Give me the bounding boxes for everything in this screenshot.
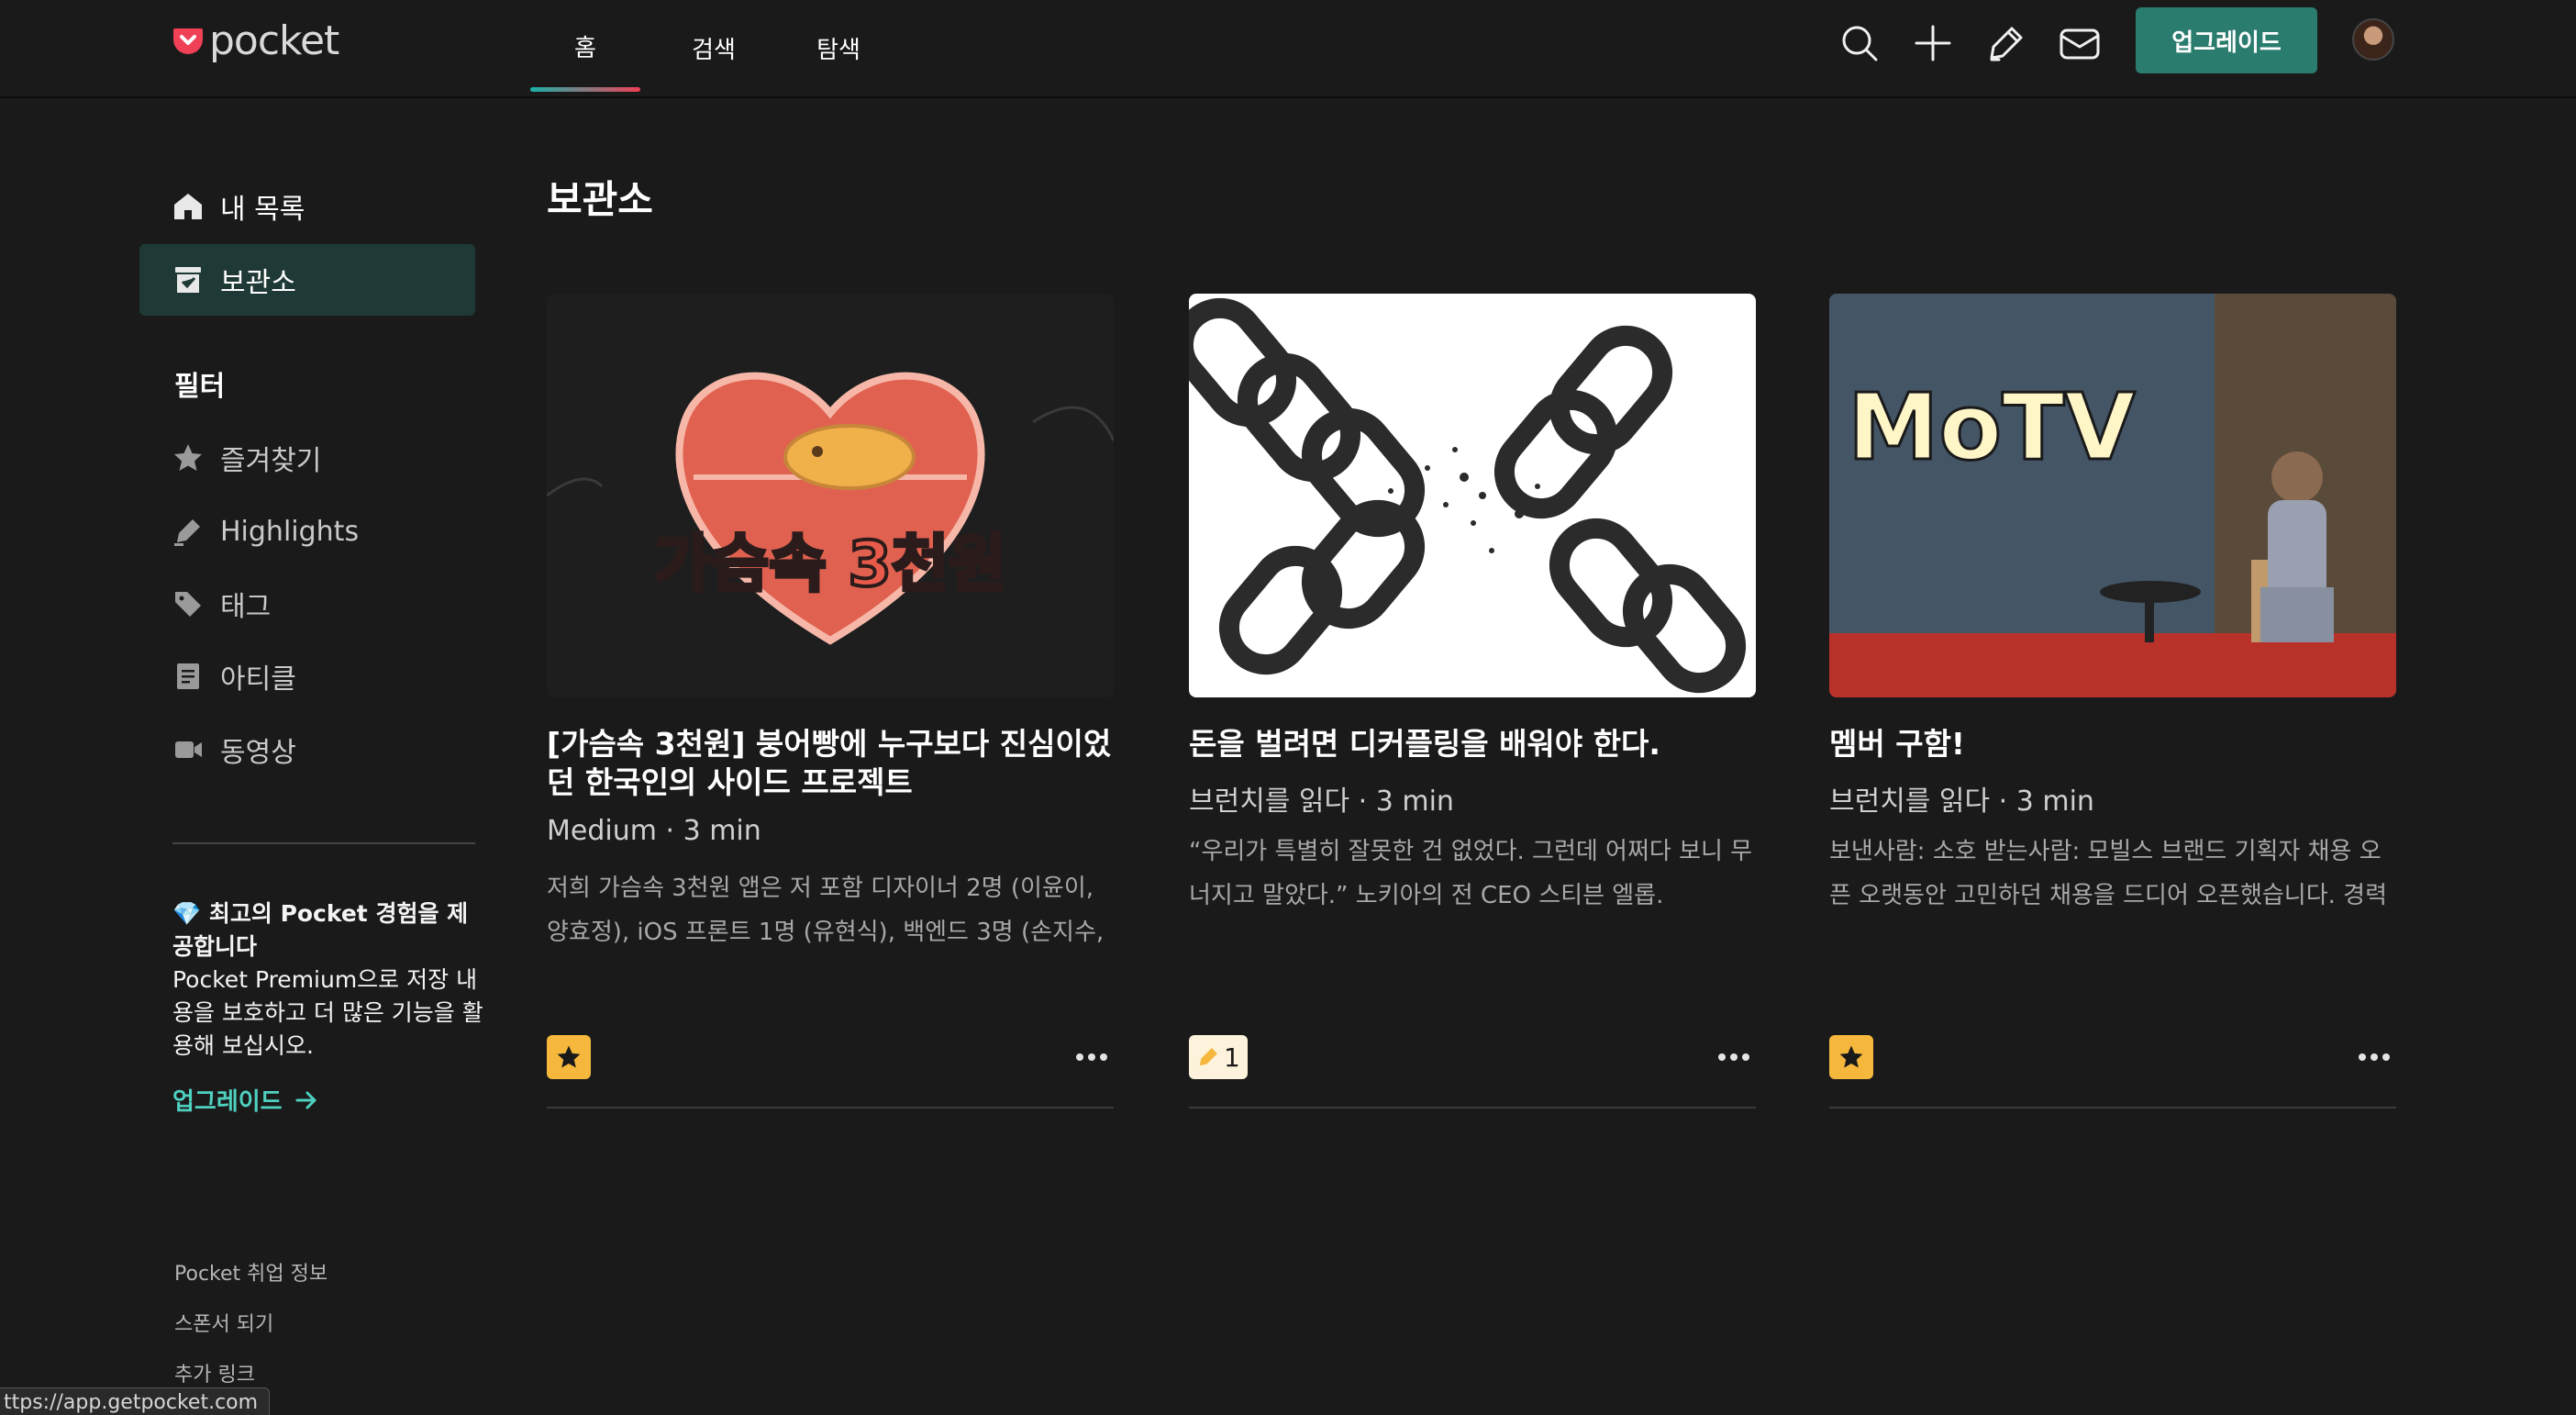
tag-icon bbox=[175, 592, 201, 617]
page-title: 보관소 bbox=[547, 177, 653, 222]
sidebar-item-label: Highlights bbox=[220, 515, 360, 548]
footer-link-careers[interactable]: Pocket 취업 정보 bbox=[174, 1257, 328, 1287]
gem-icon: 💎 bbox=[172, 900, 202, 927]
top-navigation-bar: pocket 홈 검색 탐색 업그레이드 bbox=[0, 0, 2576, 98]
article-title[interactable]: 멤버 구함! bbox=[1829, 725, 2396, 763]
tab-home[interactable]: 홈 bbox=[530, 0, 640, 96]
active-tab-indicator bbox=[530, 87, 640, 92]
tab-search-label: 검색 bbox=[692, 37, 736, 64]
inbox-icon bbox=[2060, 28, 2100, 60]
arrow-right-icon bbox=[295, 1091, 316, 1109]
sidebar-item-favorites[interactable]: 즐겨찾기 bbox=[139, 422, 475, 494]
broken-chain-illustration bbox=[1189, 294, 1756, 697]
highlights-badge[interactable]: 1 bbox=[1189, 1035, 1248, 1079]
star-icon bbox=[1839, 1045, 1863, 1068]
add-icon bbox=[1915, 25, 1951, 61]
sidebar-item-highlights[interactable]: Highlights bbox=[139, 496, 475, 567]
sidebar-item-tags[interactable]: 태그 bbox=[139, 568, 475, 640]
sidebar-item-my-list[interactable]: 내 목록 bbox=[139, 171, 475, 242]
star-icon bbox=[557, 1045, 581, 1068]
search-icon bbox=[1842, 26, 1878, 61]
highlighter-icon bbox=[1199, 1048, 1217, 1066]
article-card: MoTV 멤버 구함! 브런치를 읽다 · 3 min 보낸사람: 소호 받는사… bbox=[1829, 294, 2396, 1109]
thumbnail-caption: MoTV bbox=[1848, 373, 2136, 481]
tab-search[interactable]: 검색 bbox=[659, 0, 769, 96]
inbox-button[interactable] bbox=[2055, 18, 2104, 68]
article-card: 가슴속 3천원 [가슴속 3천원] 붕어빵에 누구보다 진심이었던 한국인의 사… bbox=[547, 294, 1114, 1109]
sidebar-item-label: 내 목록 bbox=[220, 194, 305, 226]
stage-photo: MoTV bbox=[1829, 294, 2396, 697]
pocket-logo[interactable]: pocket bbox=[172, 13, 339, 68]
video-icon bbox=[175, 741, 202, 758]
pocket-logo-icon bbox=[173, 28, 203, 54]
search-button[interactable] bbox=[1835, 18, 1884, 68]
article-thumbnail[interactable] bbox=[1189, 294, 1756, 697]
heart-illustration: 가슴속 3천원 bbox=[547, 294, 1114, 697]
sidebar-item-articles[interactable]: 아티클 bbox=[139, 641, 475, 712]
thumbnail-caption: 가슴속 3천원 bbox=[654, 529, 1006, 601]
article-card: 돈을 벌려면 디커플링을 배워야 한다. 브런치를 읽다 · 3 min “우리… bbox=[1189, 294, 1756, 1109]
sidebar-divider bbox=[172, 842, 475, 844]
footer-link-sponsor[interactable]: 스폰서 되기 bbox=[174, 1308, 273, 1337]
upgrade-button[interactable]: 업그레이드 bbox=[2136, 7, 2317, 73]
add-item-button[interactable] bbox=[1908, 18, 1958, 68]
footer-link-more[interactable]: 추가 링크 bbox=[174, 1358, 255, 1387]
sidebar-item-label: 동영상 bbox=[220, 737, 296, 769]
highlights-count: 1 bbox=[1224, 1042, 1240, 1073]
promo-upgrade-link[interactable]: 업그레이드 bbox=[172, 1083, 319, 1117]
ellipsis-icon bbox=[1076, 1053, 1083, 1061]
promo-title: 💎 최고의 Pocket 경험을 제공합니다 bbox=[172, 897, 484, 964]
promo-body: Pocket Premium으로 저장 내용을 보호하고 더 많은 기능을 활용… bbox=[172, 966, 483, 1059]
article-excerpt: “우리가 특별히 잘못한 건 없었다. 그런데 어쩌다 보니 무너지고 말았다.… bbox=[1189, 838, 1753, 909]
sidebar-item-videos[interactable]: 동영상 bbox=[139, 714, 475, 785]
star-icon bbox=[174, 444, 202, 471]
more-options-button[interactable] bbox=[1070, 1037, 1114, 1077]
pocket-wordmark: pocket bbox=[209, 17, 339, 64]
article-thumbnail[interactable]: 가슴속 3천원 bbox=[547, 294, 1114, 697]
article-title[interactable]: 돈을 벌려면 디커플링을 배워야 한다. bbox=[1189, 725, 1756, 763]
article-meta: 브런치를 읽다 · 3 min bbox=[1829, 785, 2094, 818]
filter-heading: 필터 bbox=[174, 371, 226, 403]
sidebar-item-label: 아티클 bbox=[220, 663, 296, 696]
avatar[interactable] bbox=[2352, 18, 2394, 61]
favorite-badge[interactable] bbox=[1829, 1035, 1873, 1079]
article-thumbnail[interactable]: MoTV bbox=[1829, 294, 2396, 697]
sidebar-item-label: 태그 bbox=[220, 591, 272, 623]
status-bar-url: ttps://app.getpocket.com bbox=[0, 1387, 271, 1415]
sidebar-item-archive[interactable]: 보관소 bbox=[139, 244, 475, 316]
favorite-badge[interactable] bbox=[547, 1035, 591, 1079]
article-title[interactable]: [가슴속 3천원] 붕어빵에 누구보다 진심이었던 한국인의 사이드 프로젝트 bbox=[547, 725, 1114, 802]
archive-icon bbox=[175, 267, 201, 293]
tab-home-label: 홈 bbox=[574, 34, 596, 62]
more-options-button[interactable] bbox=[1712, 1037, 1756, 1077]
tab-discover[interactable]: 탐색 bbox=[782, 0, 895, 96]
highlighter-icon bbox=[1990, 27, 2023, 61]
highlights-button[interactable] bbox=[1982, 18, 2031, 68]
tab-discover-label: 탐색 bbox=[816, 37, 861, 64]
sidebar-item-label: 즐겨찾기 bbox=[220, 445, 322, 477]
article-excerpt: 보낸사람: 소호 받는사람: 모빌스 브랜드 기획자 채용 오픈 오랫동안 고민… bbox=[1829, 838, 2388, 909]
article-meta: 브런치를 읽다 · 3 min bbox=[1189, 785, 1454, 818]
promo-title-text: 최고의 Pocket 경험을 제공합니다 bbox=[172, 900, 469, 960]
home-icon bbox=[174, 194, 202, 219]
promo-upgrade-label: 업그레이드 bbox=[172, 1088, 283, 1116]
more-options-button[interactable] bbox=[2352, 1037, 2396, 1077]
sidebar-item-label: 보관소 bbox=[220, 267, 296, 299]
article-excerpt: 저희 가슴속 3천원 앱은 저 포함 디자이너 2명 (이윤이, 양효정), i… bbox=[547, 875, 1105, 946]
highlighter-icon bbox=[174, 519, 200, 546]
premium-promo: 💎 최고의 Pocket 경험을 제공합니다 Pocket Premium으로 … bbox=[172, 897, 484, 1063]
article-icon bbox=[177, 663, 199, 689]
ellipsis-icon bbox=[2359, 1053, 2366, 1061]
ellipsis-icon bbox=[1718, 1053, 1726, 1061]
article-meta: Medium · 3 min bbox=[547, 815, 761, 847]
